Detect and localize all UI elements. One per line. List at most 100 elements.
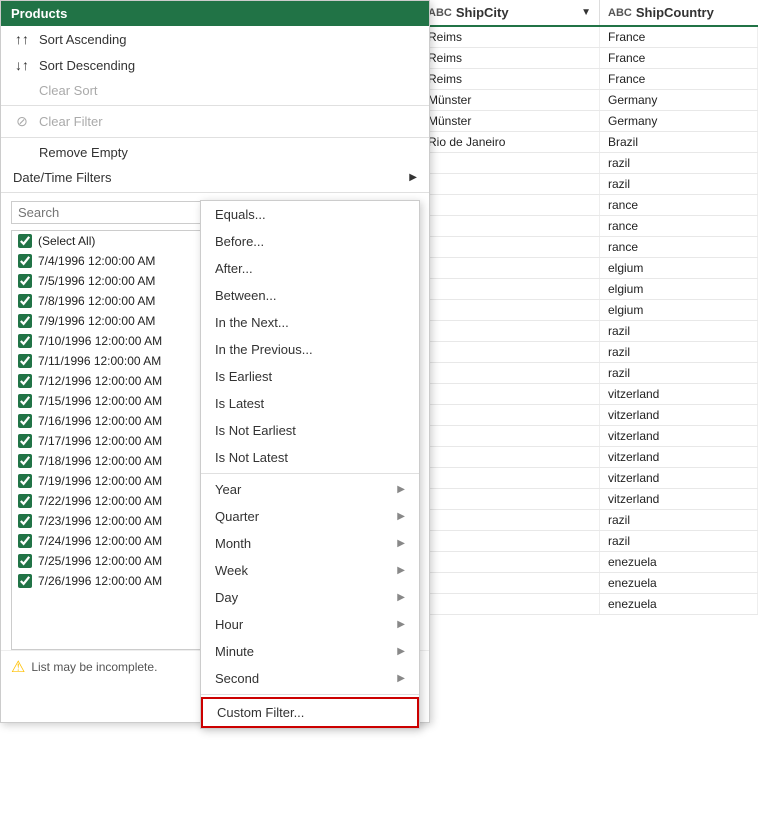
cell-shipcountry: elgium xyxy=(600,279,758,299)
filter-checkbox[interactable] xyxy=(18,274,32,288)
submenu-label-equals: Equals... xyxy=(215,207,266,222)
submenu-label-in-the-previous: In the Previous... xyxy=(215,342,313,357)
submenu-separator xyxy=(201,473,419,474)
submenu-item-in-the-previous[interactable]: In the Previous... xyxy=(201,336,419,363)
submenu-item-is-earliest[interactable]: Is Earliest xyxy=(201,363,419,390)
cell-shipcountry: France xyxy=(600,48,758,68)
filter-checkbox[interactable] xyxy=(18,394,32,408)
remove-empty-label: Remove Empty xyxy=(39,145,128,160)
sort-descending-item[interactable]: ↓↑ Sort Descending xyxy=(1,52,429,78)
clear-sort-item[interactable]: Clear Sort xyxy=(1,78,429,103)
cell-shipcity xyxy=(420,531,600,551)
filter-checkbox[interactable] xyxy=(18,254,32,268)
filter-checkbox[interactable] xyxy=(18,294,32,308)
filter-checkbox[interactable] xyxy=(18,554,32,568)
filter-list-item-label: 7/5/1996 12:00:00 AM xyxy=(38,274,155,288)
filter-checkbox[interactable] xyxy=(18,434,32,448)
submenu-item-is-latest[interactable]: Is Latest xyxy=(201,390,419,417)
filter-checkbox[interactable] xyxy=(18,374,32,388)
filter-checkbox[interactable] xyxy=(18,334,32,348)
filter-checkbox[interactable] xyxy=(18,534,32,548)
submenu-label-day: Day xyxy=(215,590,238,605)
submenu-item-month[interactable]: Month ▶ xyxy=(201,530,419,557)
cell-shipcountry: razil xyxy=(600,321,758,341)
datetime-filters-label: Date/Time Filters xyxy=(13,170,111,185)
submenu-label-minute: Minute xyxy=(215,644,254,659)
submenu-arrow: ▶ xyxy=(397,538,405,549)
cell-shipcity xyxy=(420,300,600,320)
submenu-label-month: Month xyxy=(215,536,251,551)
filter-checkbox[interactable] xyxy=(18,234,32,248)
filter-checkbox[interactable] xyxy=(18,454,32,468)
sort-desc-icon: ↓↑ xyxy=(13,57,31,73)
cell-shipcountry: vitzerland xyxy=(600,426,758,446)
submenu-item-minute[interactable]: Minute▶ xyxy=(201,638,419,665)
filter-list-item-label: 7/16/1996 12:00:00 AM xyxy=(38,414,162,428)
filter-list-item-label: 7/12/1996 12:00:00 AM xyxy=(38,374,162,388)
submenu-item-in-the-next[interactable]: In the Next... xyxy=(201,309,419,336)
filter-checkbox[interactable] xyxy=(18,474,32,488)
submenu-item-week[interactable]: Week▶ xyxy=(201,557,419,584)
submenu-label-hour: Hour xyxy=(215,617,243,632)
submenu-label-year: Year xyxy=(215,482,241,497)
submenu-item-hour[interactable]: Hour ▶ xyxy=(201,611,419,638)
cell-shipcountry: vitzerland xyxy=(600,489,758,509)
filter-checkbox[interactable] xyxy=(18,354,32,368)
submenu-item-is-not-latest[interactable]: Is Not Latest xyxy=(201,444,419,471)
cell-shipcity xyxy=(420,342,600,362)
separator-3 xyxy=(1,192,429,193)
cell-shipcity xyxy=(420,258,600,278)
submenu-item-is-not-earliest[interactable]: Is Not Earliest xyxy=(201,417,419,444)
submenu-item-between[interactable]: Between... xyxy=(201,282,419,309)
warning-icon: ⚠ xyxy=(11,657,25,677)
submenu-label-week: Week xyxy=(215,563,248,578)
remove-empty-item[interactable]: Remove Empty xyxy=(1,140,429,165)
submenu-item-day[interactable]: Day▶ xyxy=(201,584,419,611)
cell-shipcity xyxy=(420,216,600,236)
cell-shipcity xyxy=(420,468,600,488)
cell-shipcountry: razil xyxy=(600,531,758,551)
sort-ascending-label: Sort Ascending xyxy=(39,32,126,47)
submenu-label-is-not-latest: Is Not Latest xyxy=(215,450,288,465)
submenu-item-after[interactable]: After... xyxy=(201,255,419,282)
cell-shipcity xyxy=(420,573,600,593)
col-shipcity-header: ABC ShipCity ▼ xyxy=(420,0,600,25)
sort-ascending-item[interactable]: ↑↑ Sort Ascending xyxy=(1,26,429,52)
cell-shipcountry: elgium xyxy=(600,258,758,278)
filter-checkbox[interactable] xyxy=(18,314,32,328)
cell-shipcity: Münster xyxy=(420,111,600,131)
cell-shipcity xyxy=(420,153,600,173)
submenu-item-second[interactable]: Second ▶ xyxy=(201,665,419,692)
submenu-arrow: ▶ xyxy=(397,673,405,684)
submenu-arrow: ▶ xyxy=(397,619,405,630)
filter-checkbox[interactable] xyxy=(18,494,32,508)
filter-list-item-label: 7/15/1996 12:00:00 AM xyxy=(38,394,162,408)
clear-filter-label: Clear Filter xyxy=(39,114,103,129)
submenu-item-equals[interactable]: Equals... xyxy=(201,201,419,228)
cell-shipcountry: Germany xyxy=(600,90,758,110)
datetime-submenu: Equals...Before...After...Between...In t… xyxy=(200,200,420,729)
cell-shipcity: Münster xyxy=(420,90,600,110)
filter-list-item-label: 7/11/1996 12:00:00 AM xyxy=(38,354,161,368)
custom-filter-item[interactable]: Custom Filter... xyxy=(201,697,419,728)
datetime-filters-item[interactable]: Date/Time Filters ▶ xyxy=(1,165,429,190)
submenu-label-is-earliest: Is Earliest xyxy=(215,369,272,384)
filter-panel-header: Products xyxy=(1,1,429,26)
cell-shipcountry: France xyxy=(600,69,758,89)
filter-checkbox[interactable] xyxy=(18,514,32,528)
cell-shipcity xyxy=(420,489,600,509)
submenu-label-second: Second xyxy=(215,671,259,686)
filter-checkbox[interactable] xyxy=(18,574,32,588)
submenu-item-quarter[interactable]: Quarter▶ xyxy=(201,503,419,530)
clear-filter-item[interactable]: ⊘ Clear Filter xyxy=(1,108,429,135)
cell-shipcity xyxy=(420,321,600,341)
filter-checkbox[interactable] xyxy=(18,414,32,428)
cell-shipcountry: enezuela xyxy=(600,552,758,572)
cell-shipcountry: razil xyxy=(600,510,758,530)
cell-shipcity xyxy=(420,237,600,257)
shipcity-dropdown-arrow[interactable]: ▼ xyxy=(581,7,591,18)
submenu-item-before[interactable]: Before... xyxy=(201,228,419,255)
cell-shipcity xyxy=(420,594,600,614)
submenu-item-year[interactable]: Year▶ xyxy=(201,476,419,503)
cell-shipcountry: France xyxy=(600,27,758,47)
